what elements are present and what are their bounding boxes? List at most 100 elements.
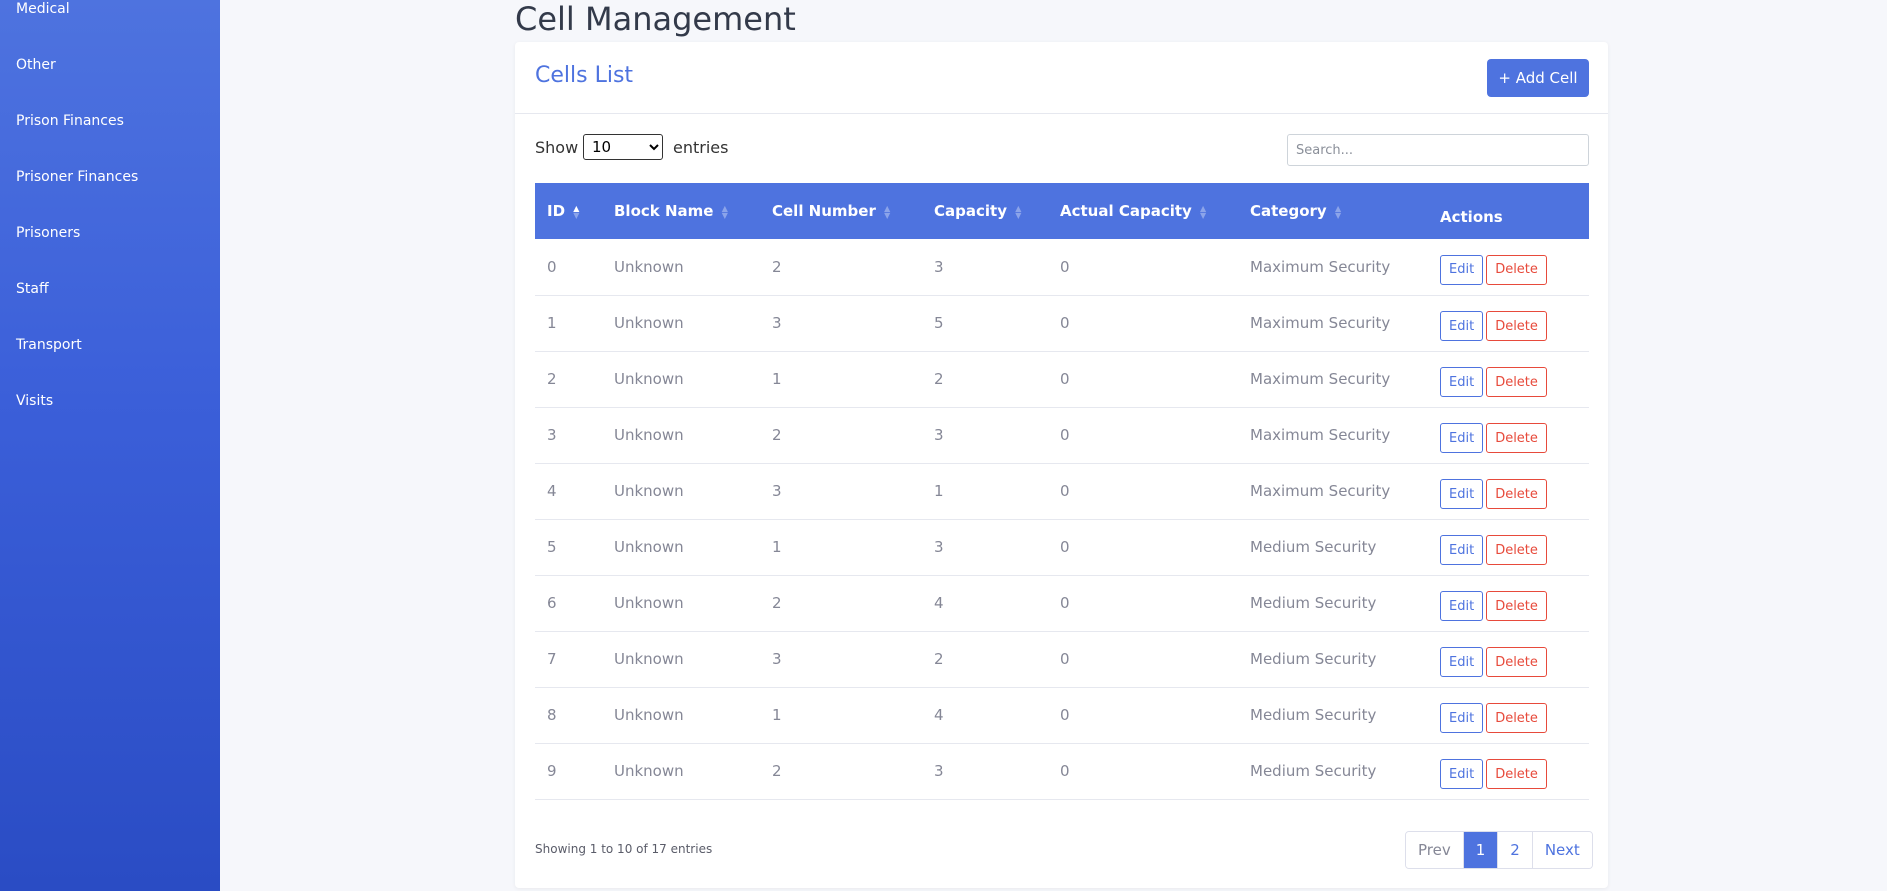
sidebar-item-prison-finances[interactable]: Prison Finances — [16, 113, 124, 129]
cell-number: 3 — [772, 314, 782, 332]
cell-actual-capacity: 0 — [1060, 370, 1070, 388]
delete-button[interactable]: Delete — [1486, 759, 1547, 789]
cell-actions: Edit Delete — [1428, 351, 1589, 407]
card-title: Cells List — [535, 63, 634, 88]
cell-category: Medium Security — [1250, 594, 1377, 612]
table-row: 4 Unknown 3 1 0 Maximum Security Edit Delete — [535, 463, 1589, 519]
sidebar-item-other[interactable]: Other — [16, 57, 56, 73]
delete-button[interactable]: Delete — [1486, 703, 1547, 733]
entries-length-select[interactable]: 10 — [583, 134, 663, 160]
delete-button[interactable]: Delete — [1486, 591, 1547, 621]
cell-actions: Edit Delete — [1428, 743, 1589, 799]
sidebar-item-transport[interactable]: Transport — [16, 337, 82, 353]
edit-button[interactable]: Edit — [1440, 311, 1484, 341]
sidebar-item-visits[interactable]: Visits — [16, 393, 53, 409]
column-header-category[interactable]: Category ▲ ▼ — [1238, 183, 1428, 239]
sidebar-item-staff[interactable]: Staff — [16, 281, 49, 297]
column-header-label: Capacity — [934, 202, 1007, 220]
column-header-actions: Actions — [1440, 208, 1503, 226]
cell-id: 5 — [547, 538, 557, 556]
sort-icon: ▲ ▼ — [1334, 203, 1342, 220]
column-header-id[interactable]: ID ▲ ▼ — [535, 183, 602, 239]
table-row: 7 Unknown 3 2 0 Medium Security Edit Delete — [535, 631, 1589, 687]
delete-button[interactable]: Delete — [1486, 647, 1547, 677]
cell-actual-capacity: 0 — [1060, 482, 1070, 500]
column-header-cell-number[interactable]: Cell Number ▲ ▼ — [760, 183, 922, 239]
cell-capacity: 3 — [934, 426, 944, 444]
edit-button[interactable]: Edit — [1440, 647, 1484, 677]
cell-actions: Edit Delete — [1428, 575, 1589, 631]
cell-actual-capacity: 0 — [1060, 650, 1070, 668]
cell-actual-capacity: 0 — [1060, 594, 1070, 612]
pagination-prev[interactable]: Prev — [1406, 832, 1464, 868]
cell-category: Maximum Security — [1250, 482, 1391, 500]
table-header-row: ID ▲ ▼ Block Name ▲ ▼ Cell Number ▲ ▼ Capac… — [535, 183, 1589, 239]
delete-button[interactable]: Delete — [1486, 254, 1547, 285]
edit-button[interactable]: Edit — [1440, 254, 1484, 285]
cell-capacity: 4 — [934, 706, 944, 724]
delete-button[interactable]: Delete — [1486, 423, 1547, 453]
delete-button[interactable]: Delete — [1486, 367, 1547, 397]
sidebar-item-prisoner-finances[interactable]: Prisoner Finances — [16, 169, 138, 185]
cell-capacity: 3 — [934, 257, 944, 276]
table-row: 6 Unknown 2 4 0 Medium Security Edit Delete — [535, 575, 1589, 631]
cell-actions: Edit Delete — [1428, 463, 1589, 519]
cell-number: 2 — [772, 594, 782, 612]
add-cell-button[interactable]: + Add Cell — [1487, 59, 1589, 97]
column-header-label: Block Name — [614, 202, 714, 220]
cells-table: ID ▲ ▼ Block Name ▲ ▼ Cell Number ▲ ▼ Capac… — [535, 183, 1589, 800]
cell-number: 3 — [772, 650, 782, 668]
search-input[interactable] — [1287, 134, 1589, 166]
table-row: 9 Unknown 2 3 0 Medium Security Edit Delete — [535, 743, 1589, 799]
edit-button[interactable]: Edit — [1440, 535, 1484, 565]
cell-category: Medium Security — [1250, 762, 1377, 780]
cell-capacity: 2 — [934, 370, 944, 388]
cell-category: Medium Security — [1250, 650, 1377, 668]
sidebar-item-medical[interactable]: Medical — [16, 1, 70, 17]
edit-button[interactable]: Edit — [1440, 591, 1484, 621]
showing-info: Showing 1 to 10 of 17 entries — [535, 842, 713, 856]
sort-icon: ▲ ▼ — [1015, 203, 1022, 220]
delete-button[interactable]: Delete — [1486, 311, 1547, 341]
cell-id: 4 — [547, 482, 557, 500]
cell-id: 7 — [547, 650, 557, 668]
table-row: 8 Unknown 1 4 0 Medium Security Edit Delete — [535, 687, 1589, 743]
cell-number: 1 — [772, 538, 782, 556]
cell-number: 2 — [772, 257, 782, 276]
cell-category: Maximum Security — [1250, 426, 1391, 444]
cell-number: 2 — [772, 426, 782, 444]
table-row: 0 Unknown 2 3 0 Maximum Security Edit Delete — [535, 239, 1589, 295]
cell-block-name: Unknown — [614, 650, 684, 668]
pagination: Prev 1 2 Next — [1405, 831, 1593, 869]
cell-actions: Edit Delete — [1428, 687, 1589, 743]
edit-button[interactable]: Edit — [1440, 703, 1484, 733]
cell-category: Maximum Security — [1250, 314, 1391, 332]
edit-button[interactable]: Edit — [1440, 479, 1484, 509]
delete-button[interactable]: Delete — [1486, 535, 1547, 565]
table-row: 1 Unknown 3 5 0 Maximum Security Edit Delete — [535, 295, 1589, 351]
column-header-actual-capacity[interactable]: Actual Capacity ▲ ▼ — [1048, 183, 1238, 239]
cell-actions: Edit Delete — [1428, 631, 1589, 687]
pagination-page-1[interactable]: 1 — [1463, 832, 1499, 868]
edit-button[interactable]: Edit — [1440, 367, 1484, 397]
sort-icon: ▲ ▼ — [1200, 203, 1207, 220]
column-header-capacity[interactable]: Capacity ▲ ▼ — [922, 183, 1048, 239]
page-title: Cell Management — [515, 0, 796, 38]
sidebar-item-prisoners[interactable]: Prisoners — [16, 225, 80, 241]
cell-number: 1 — [772, 370, 782, 388]
sort-icon: ▲ ▼ — [884, 203, 891, 220]
delete-button[interactable]: Delete — [1486, 479, 1547, 509]
cell-block-name: Unknown — [614, 314, 684, 332]
edit-button[interactable]: Edit — [1440, 759, 1484, 789]
table-row: 5 Unknown 1 3 0 Medium Security Edit Delete — [535, 519, 1589, 575]
cell-capacity: 4 — [934, 594, 944, 612]
pagination-next[interactable]: Next — [1532, 832, 1592, 868]
pagination-page-2[interactable]: 2 — [1498, 832, 1533, 868]
cell-id: 1 — [547, 314, 557, 332]
cell-block-name: Unknown — [614, 538, 684, 556]
cell-actual-capacity: 0 — [1060, 762, 1070, 780]
column-header-label: Cell Number — [772, 202, 876, 220]
edit-button[interactable]: Edit — [1440, 423, 1484, 453]
cell-id: 3 — [547, 426, 557, 444]
column-header-block-name[interactable]: Block Name ▲ ▼ — [602, 183, 760, 239]
